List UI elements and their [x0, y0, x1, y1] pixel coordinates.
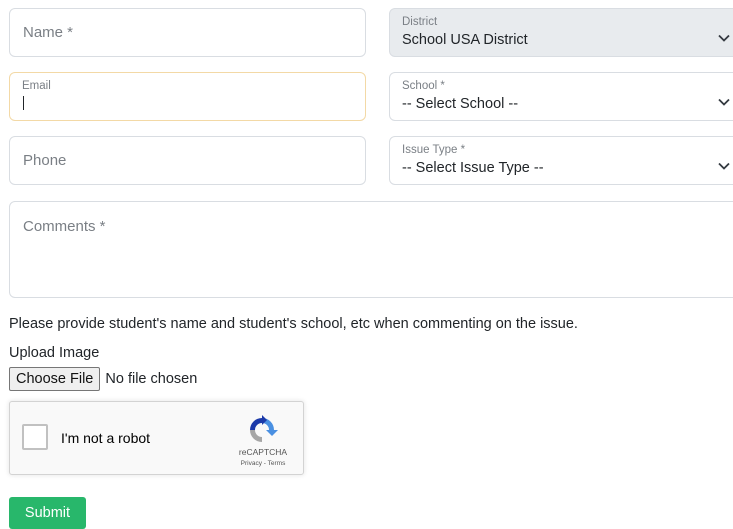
recaptcha-checkbox[interactable] — [22, 424, 48, 450]
upload-label: Upload Image — [9, 345, 100, 361]
recaptcha-privacy-link[interactable]: Privacy — [241, 460, 262, 467]
district-label: District — [402, 16, 438, 28]
phone-field[interactable]: Phone — [9, 136, 366, 185]
file-status: No file chosen — [105, 371, 198, 387]
recaptcha-widget: I'm not a robot reCAPTCHA Privacy - Term… — [9, 401, 304, 475]
recaptcha-brand: reCAPTCHA — [238, 447, 288, 457]
comments-placeholder: Comments * — [23, 218, 106, 235]
school-select[interactable]: School * -- Select School -- — [389, 72, 733, 121]
help-text: Please provide student's name and studen… — [9, 316, 578, 332]
text-cursor — [23, 96, 24, 110]
name-placeholder: Name * — [23, 24, 74, 41]
recaptcha-logo-icon — [250, 415, 278, 442]
email-field[interactable]: Email — [9, 72, 366, 121]
name-field[interactable]: Name * — [9, 8, 366, 57]
choose-file-button[interactable]: Choose File — [9, 367, 101, 391]
comments-textarea[interactable]: Comments * — [9, 201, 733, 298]
chevron-down-icon — [718, 34, 730, 42]
district-select[interactable]: District School USA District — [389, 8, 733, 57]
chevron-down-icon — [718, 162, 730, 170]
recaptcha-links: Privacy - Terms — [232, 460, 294, 467]
file-input[interactable]: Choose File No file chosen — [9, 367, 197, 391]
recaptcha-terms-link[interactable]: Terms — [268, 460, 286, 467]
school-value: -- Select School -- — [402, 96, 519, 112]
district-value: School USA District — [402, 32, 528, 48]
chevron-down-icon — [718, 98, 730, 106]
issue-type-select[interactable]: Issue Type * -- Select Issue Type -- — [389, 136, 733, 185]
recaptcha-label: I'm not a robot — [61, 430, 151, 446]
school-label: School * — [402, 80, 445, 92]
submit-button[interactable]: Submit — [9, 497, 86, 529]
issue-type-value: -- Select Issue Type -- — [402, 160, 544, 176]
phone-placeholder: Phone — [23, 152, 67, 169]
email-label: Email — [22, 80, 51, 92]
issue-type-label: Issue Type * — [402, 144, 466, 156]
